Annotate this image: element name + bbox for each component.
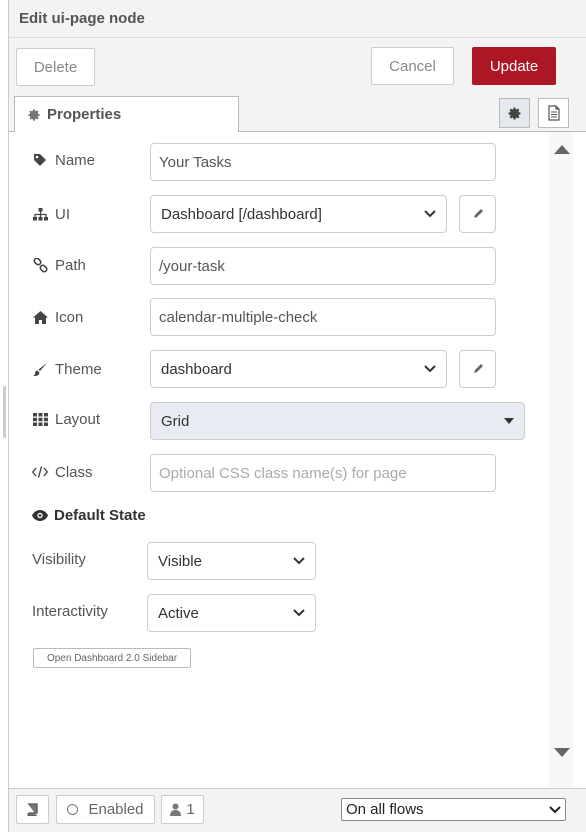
update-button[interactable]: Update [472, 47, 556, 85]
tab-properties[interactable]: Properties [14, 96, 239, 133]
home-icon [32, 310, 48, 324]
tab-bar: Properties [9, 95, 586, 133]
cancel-button[interactable]: Cancel [371, 47, 454, 85]
ui-edit-button[interactable] [459, 195, 496, 233]
interactivity-label: Interactivity [32, 603, 108, 620]
node-description-tab[interactable] [538, 98, 569, 128]
panel-scrollbar[interactable] [549, 132, 586, 788]
interactivity-select[interactable]: Active [147, 594, 316, 632]
theme-label: Theme [32, 359, 102, 379]
icon-input[interactable]: calendar-multiple-check [150, 298, 496, 336]
tag-icon [32, 153, 48, 167]
tray-toolbar: Delete Cancel Update [9, 38, 586, 95]
properties-panel: Name Your Tasks UI Dashboard [/dashboard… [9, 132, 549, 788]
chevron-down-icon [293, 609, 305, 617]
caret-down-icon [504, 418, 514, 424]
paintbrush-icon [32, 362, 48, 377]
tray-title: Edit ui-page node [9, 0, 586, 38]
gear-icon [27, 108, 41, 122]
enabled-toggle[interactable]: Enabled [56, 795, 155, 824]
path-input[interactable]: /your-task [150, 247, 496, 285]
default-state-heading: Default State [32, 507, 146, 524]
layout-select[interactable]: Grid [150, 402, 525, 440]
icon-label: Icon [32, 307, 83, 327]
edit-tray: Edit ui-page node Delete Cancel Update P… [8, 0, 586, 832]
delete-button[interactable]: Delete [16, 48, 95, 86]
user-icon [170, 803, 182, 816]
tab-properties-label: Properties [47, 106, 122, 123]
name-input[interactable]: Your Tasks [150, 143, 496, 181]
document-icon [547, 105, 561, 121]
circle-icon [67, 804, 79, 815]
pencil-icon [472, 208, 484, 220]
node-settings-tab[interactable] [499, 98, 530, 128]
theme-select[interactable]: dashboard [150, 350, 447, 388]
sitemap-icon [32, 207, 48, 221]
left-edge [0, 0, 8, 832]
ui-select[interactable]: Dashboard [/dashboard] [150, 195, 447, 233]
path-label: Path [32, 255, 86, 275]
class-input[interactable]: Optional CSS class name(s) for page [150, 454, 496, 492]
chevron-down-icon [424, 365, 436, 373]
link-icon [32, 257, 48, 273]
eye-icon [32, 510, 48, 521]
code-icon [32, 466, 48, 478]
users-button[interactable]: 1 [161, 795, 204, 824]
scroll-track[interactable] [549, 132, 573, 788]
gear-icon [507, 106, 522, 121]
flows-select[interactable]: On all flows [341, 798, 566, 821]
help-button[interactable] [16, 795, 49, 824]
chevron-down-icon [293, 557, 305, 565]
ui-label: UI [32, 204, 70, 224]
scroll-down-icon[interactable] [554, 748, 570, 757]
scroll-up-icon[interactable] [554, 145, 570, 154]
left-resize-grip[interactable] [3, 386, 6, 438]
open-sidebar-button[interactable]: Open Dashboard 2.0 Sidebar [33, 648, 191, 668]
pencil-icon [472, 363, 484, 375]
visibility-label: Visibility [32, 551, 86, 568]
book-icon [26, 803, 39, 816]
tray-footer: Enabled 1 On all flows [9, 788, 586, 832]
grid-icon [32, 412, 48, 426]
chevron-down-icon [424, 210, 436, 218]
name-label: Name [32, 150, 95, 170]
class-label: Class [32, 462, 93, 482]
layout-label: Layout [32, 409, 100, 429]
chevron-down-icon [549, 805, 561, 814]
visibility-select[interactable]: Visible [147, 542, 316, 580]
theme-edit-button[interactable] [459, 350, 496, 388]
